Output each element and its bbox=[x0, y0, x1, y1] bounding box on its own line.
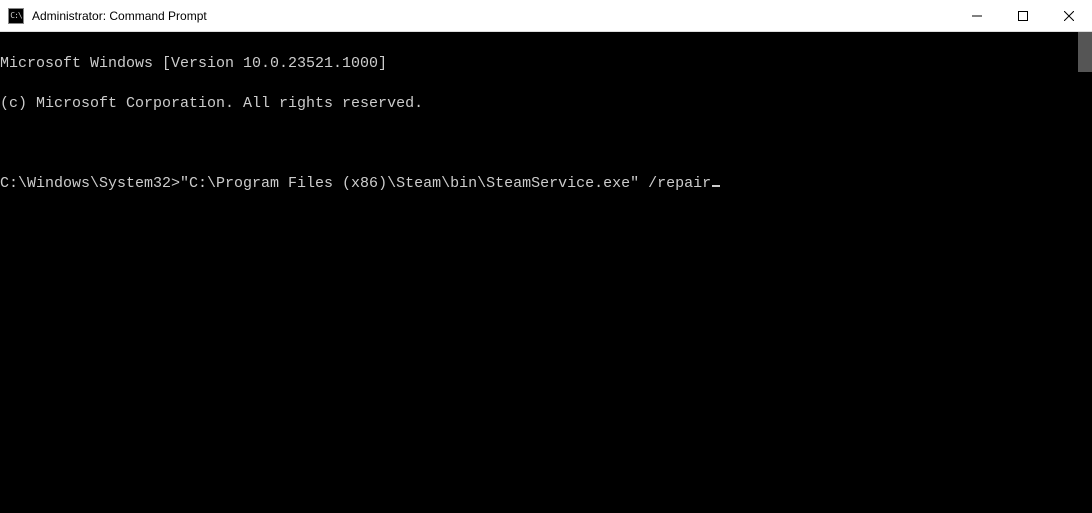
command-text: "C:\Program Files (x86)\Steam\bin\SteamS… bbox=[180, 175, 711, 192]
terminal-blank-line bbox=[0, 134, 1092, 154]
terminal-line: Microsoft Windows [Version 10.0.23521.10… bbox=[0, 54, 1092, 74]
titlebar[interactable]: C:\ Administrator: Command Prompt bbox=[0, 0, 1092, 32]
prompt: C:\Windows\System32> bbox=[0, 175, 180, 192]
window-title: Administrator: Command Prompt bbox=[32, 9, 954, 23]
terminal-line: (c) Microsoft Corporation. All rights re… bbox=[0, 94, 1092, 114]
cmd-icon: C:\ bbox=[8, 8, 24, 24]
close-button[interactable] bbox=[1046, 0, 1092, 31]
window-controls bbox=[954, 0, 1092, 31]
maximize-icon bbox=[1018, 11, 1028, 21]
text-cursor bbox=[712, 185, 720, 187]
minimize-icon bbox=[972, 11, 982, 21]
terminal-prompt-line: C:\Windows\System32>"C:\Program Files (x… bbox=[0, 174, 1092, 194]
terminal-output[interactable]: Microsoft Windows [Version 10.0.23521.10… bbox=[0, 32, 1092, 513]
scrollbar-thumb[interactable] bbox=[1078, 32, 1092, 72]
minimize-button[interactable] bbox=[954, 0, 1000, 31]
maximize-button[interactable] bbox=[1000, 0, 1046, 31]
close-icon bbox=[1064, 11, 1074, 21]
